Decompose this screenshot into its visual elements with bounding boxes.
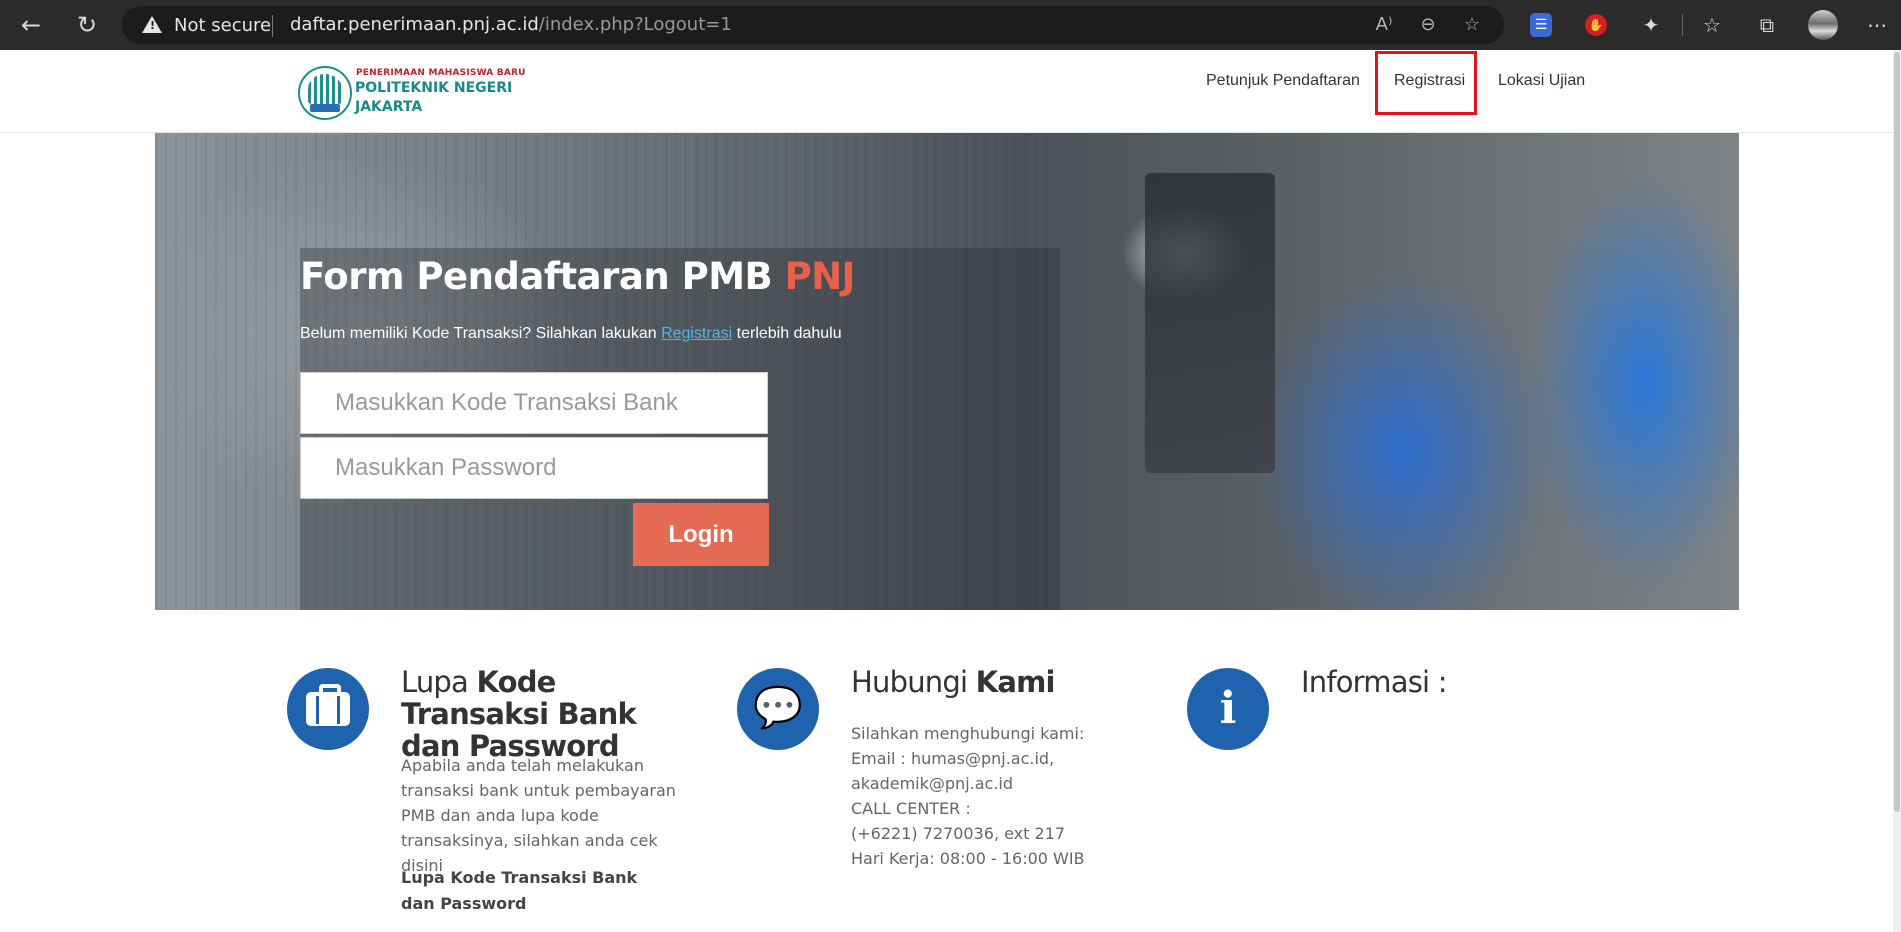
site-header: PENERIMAAN MAHASISWA BARU POLITEKNIK NEG… xyxy=(0,50,1893,133)
chat-icon: 💬 xyxy=(737,668,819,750)
registrasi-link[interactable]: Registrasi xyxy=(661,325,732,342)
kode-transaksi-input[interactable] xyxy=(300,372,768,434)
form-title-accent: PNJ xyxy=(784,255,856,298)
nav-registrasi[interactable]: Registrasi xyxy=(1394,72,1465,90)
contact-title-bold: Kami xyxy=(975,665,1056,699)
logo-name-line1: POLITEKNIK NEGERI xyxy=(355,80,513,96)
nav-petunjuk-pendaftaran[interactable]: Petunjuk Pendaftaran xyxy=(1206,72,1360,90)
back-icon[interactable]: ← xyxy=(14,8,48,42)
browser-toolbar: ← ↻ Not secure daftar.penerimaan.pnj.ac.… xyxy=(0,0,1901,50)
zoom-out-icon[interactable]: ⊖ xyxy=(1416,13,1440,37)
forgot-title: Lupa Kode Transaksi Bank dan Password xyxy=(401,666,691,762)
form-subtitle: Belum memiliki Kode Transaksi? Silahkan … xyxy=(300,325,842,343)
read-aloud-icon[interactable]: A⁾ xyxy=(1372,13,1396,37)
url-text[interactable]: daftar.penerimaan.pnj.ac.id/index.php?Lo… xyxy=(290,14,732,35)
contact-title-light: Hubungi xyxy=(851,665,976,699)
forgot-title-light: Lupa xyxy=(401,665,477,699)
stop-extension-icon[interactable]: ✋ xyxy=(1585,14,1607,36)
subtitle-after: terlebih dahulu xyxy=(732,325,842,342)
form-title: Form Pendaftaran PMB PNJ xyxy=(300,255,855,298)
toolbar-divider xyxy=(1682,14,1683,36)
url-path: /index.php?Logout=1 xyxy=(538,14,732,35)
shield-extension-icon[interactable]: ☰ xyxy=(1530,13,1552,37)
url-host: daftar.penerimaan.pnj.ac.id xyxy=(290,14,539,35)
warning-icon xyxy=(142,16,162,33)
contact-phone: (+6221) 7270036, ext 217 xyxy=(851,824,1066,843)
contact-title: Hubungi Kami xyxy=(851,666,1151,698)
scrollbar-thumb[interactable] xyxy=(1894,52,1900,812)
logo-base xyxy=(310,104,340,112)
info-icon: i xyxy=(1187,668,1269,750)
page-content: PENERIMAAN MAHASISWA BARU POLITEKNIK NEG… xyxy=(0,50,1901,932)
contact-email-2: akademik@pnj.ac.id xyxy=(851,774,1014,793)
hero-background-panel xyxy=(1145,173,1275,473)
briefcase-circle xyxy=(287,668,369,750)
extensions-icon[interactable]: ✦ xyxy=(1636,10,1666,40)
add-favorite-icon[interactable]: ☆ xyxy=(1460,13,1484,37)
forgot-link[interactable]: Lupa Kode Transaksi Bank dan Password xyxy=(401,865,671,917)
logo-emblem xyxy=(308,74,342,104)
password-input[interactable] xyxy=(300,437,768,499)
subtitle-before: Belum memiliki Kode Transaksi? Silahkan … xyxy=(300,325,662,342)
address-separator xyxy=(272,15,273,37)
favorites-icon[interactable]: ☆ xyxy=(1697,10,1727,40)
logo-tagline: PENERIMAAN MAHASISWA BARU xyxy=(356,68,526,78)
forgot-text: Apabila anda telah melakukan transaksi b… xyxy=(401,756,676,875)
more-icon[interactable]: ⋯ xyxy=(1862,10,1892,40)
contact-line: Silahkan menghubungi kami: xyxy=(851,724,1085,743)
security-label[interactable]: Not secure xyxy=(174,15,271,36)
form-title-main: Form Pendaftaran PMB xyxy=(300,255,785,298)
address-bar[interactable]: Not secure daftar.penerimaan.pnj.ac.id/i… xyxy=(122,6,1504,44)
contact-email: Email : humas@pnj.ac.id, xyxy=(851,749,1055,768)
profile-avatar[interactable] xyxy=(1808,10,1838,40)
contact-details: Silahkan menghubungi kami: Email : humas… xyxy=(851,721,1151,871)
logo-name-line2: JAKARTA xyxy=(355,99,423,115)
info-title: Informasi : xyxy=(1301,665,1447,699)
contact-hours: Hari Kerja: 08:00 - 16:00 WIB xyxy=(851,849,1085,868)
nav-lokasi-ujian[interactable]: Lokasi Ujian xyxy=(1498,72,1585,90)
pnj-logo-icon[interactable] xyxy=(298,66,352,120)
briefcase-icon xyxy=(306,684,350,726)
reload-icon[interactable]: ↻ xyxy=(70,8,104,42)
collections-icon[interactable]: ⧉ xyxy=(1752,10,1782,40)
login-button[interactable]: Login xyxy=(633,503,769,566)
scrollbar[interactable] xyxy=(1893,50,1901,932)
contact-callcenter-label: CALL CENTER : xyxy=(851,799,971,818)
